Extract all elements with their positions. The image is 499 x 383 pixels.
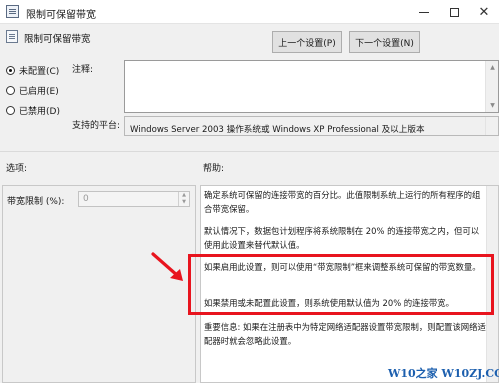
annotation-arrow-icon [151, 252, 183, 281]
bandwidth-limit-stepper[interactable]: 0 ▲ ▼ [78, 191, 190, 207]
comment-label: 注释: [72, 65, 94, 75]
help-label: 帮助: [203, 164, 225, 174]
platform-label: 支持的平台: [72, 121, 121, 131]
help-paragraph-2: 默认情况下，数据包计划程序将系统限制在 20% 的连接带宽之内，但可以使用此设置… [204, 226, 480, 250]
options-panel [2, 185, 196, 383]
help-paragraph-5: 重要信息: 如果在注册表中为特定网络适配器设置带宽限制，则配置该网络适配器时就会… [204, 322, 486, 346]
stepper-buttons[interactable]: ▲ ▼ [178, 192, 189, 206]
stepper-down-icon[interactable]: ▼ [179, 199, 189, 206]
radio-disabled-label: 已禁用(D) [19, 107, 60, 117]
radio-enabled[interactable]: 已启用(E) [6, 84, 59, 97]
radio-not-configured-circle[interactable] [6, 66, 15, 75]
bandwidth-limit-value: 0 [83, 194, 89, 204]
minimize-button[interactable] [409, 0, 439, 24]
scroll-up-icon[interactable]: ▲ [486, 61, 499, 74]
watermark: W10之家 W10ZJ.COM [388, 367, 499, 380]
options-label: 选项: [6, 164, 28, 174]
bandwidth-limit-label: 带宽限制 (%): [7, 197, 65, 207]
radio-not-configured-label: 未配置(C) [19, 67, 60, 77]
stepper-up-icon[interactable]: ▲ [179, 192, 189, 199]
policy-setting-icon [6, 30, 18, 43]
maximize-icon [449, 7, 459, 17]
next-setting-button[interactable]: 下一个设置(N) [349, 31, 420, 53]
window-title: 限制可保留带宽 [26, 10, 96, 21]
radio-not-configured[interactable]: 未配置(C) [6, 64, 59, 77]
setting-title: 限制可保留带宽 [24, 34, 91, 45]
radio-disabled[interactable]: 已禁用(D) [6, 104, 60, 117]
policy-app-icon [6, 5, 19, 18]
help-paragraph-1: 确定系统可保留的连接带宽的百分比。此值限制系统上运行的所有程序的组合带宽保留。 [204, 190, 481, 214]
radio-disabled-circle[interactable] [6, 106, 15, 115]
comment-scrollbar[interactable]: ▲ ▼ [485, 61, 498, 112]
prev-setting-button[interactable]: 上一个设置(P) [272, 31, 342, 53]
platform-scrollbar[interactable] [485, 117, 498, 135]
section-divider [0, 151, 499, 152]
radio-enabled-label: 已启用(E) [19, 87, 59, 97]
comment-textarea[interactable]: ▲ ▼ [124, 60, 499, 113]
close-icon: ✕ [478, 4, 490, 20]
radio-enabled-circle[interactable] [6, 86, 15, 95]
scroll-down-icon[interactable]: ▼ [486, 99, 499, 112]
close-button[interactable]: ✕ [469, 0, 499, 24]
minimize-icon [419, 11, 429, 13]
maximize-button[interactable] [439, 0, 469, 24]
platform-value: Windows Server 2003 操作系统或 Windows XP Pro… [130, 125, 425, 135]
highlight-box [188, 254, 494, 315]
